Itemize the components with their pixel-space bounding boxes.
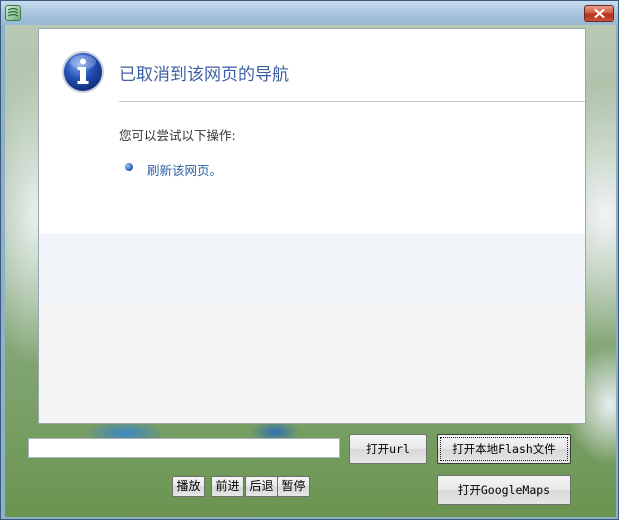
forward-button[interactable]: 前进: [211, 476, 244, 497]
back-button[interactable]: 后退: [245, 476, 278, 497]
pause-button[interactable]: 暂停: [277, 476, 310, 497]
refresh-page-link[interactable]: 刷新该网页。: [147, 160, 222, 179]
close-icon: [594, 9, 605, 18]
main-window: 已取消到该网页的导航 您可以尝试以下操作: 刷新该网页。 打开url 打开本地F…: [0, 0, 619, 520]
open-url-button[interactable]: 打开url: [349, 434, 427, 464]
title-bar[interactable]: [1, 1, 618, 25]
url-input[interactable]: [28, 438, 340, 458]
page-title: 已取消到该网页的导航: [119, 65, 289, 85]
page-content-band: [39, 234, 585, 304]
title-divider: [119, 101, 585, 102]
focus-rect: [440, 437, 568, 461]
browser-view[interactable]: 已取消到该网页的导航 您可以尝试以下操作: 刷新该网页。: [38, 28, 586, 424]
play-button[interactable]: 播放: [172, 476, 205, 497]
open-local-flash-button[interactable]: 打开本地Flash文件: [437, 434, 571, 464]
suggestion-text: 您可以尝试以下操作:: [119, 128, 236, 143]
close-button[interactable]: [584, 5, 614, 22]
bullet-icon: [125, 163, 133, 171]
client-area: 已取消到该网页的导航 您可以尝试以下操作: 刷新该网页。 打开url 打开本地F…: [5, 25, 616, 517]
info-icon: [62, 51, 104, 93]
app-logo-icon[interactable]: [5, 5, 21, 21]
open-google-maps-button[interactable]: 打开GoogleMaps: [437, 475, 571, 505]
